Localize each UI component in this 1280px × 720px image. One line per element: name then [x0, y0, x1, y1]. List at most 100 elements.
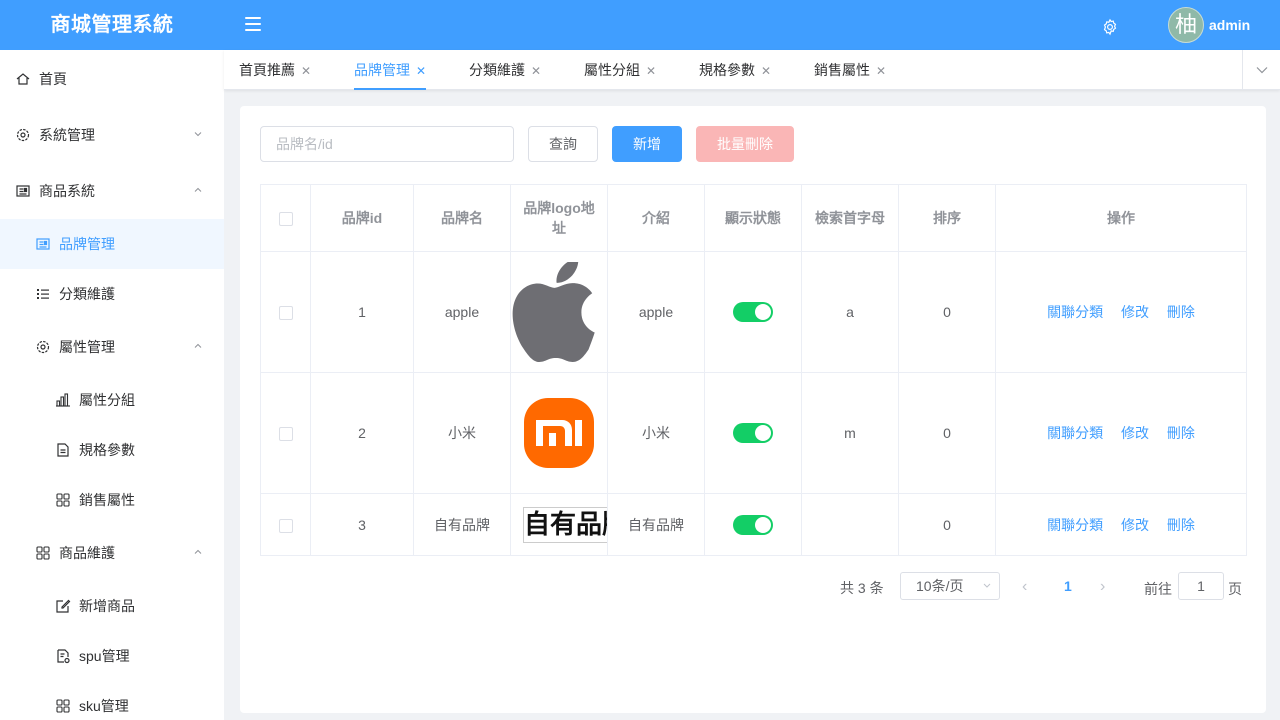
select-all-checkbox[interactable]	[278, 212, 293, 227]
row-checkbox-cell	[260, 372, 311, 494]
sidebar-item-spu-management[interactable]: spu管理	[0, 631, 224, 681]
sidebar-item-add-goods[interactable]: 新增商品	[0, 581, 224, 631]
sort-value: 0	[898, 493, 996, 556]
menu-toggle-icon[interactable]	[245, 17, 261, 31]
grid-icon	[56, 699, 70, 713]
sort-value: 0	[898, 251, 996, 373]
sidebar: 首頁 系統管理 商品系統 品牌管理 分類維護 屬性管理 屬性分組 規格參數 銷售…	[0, 50, 224, 720]
brand-id: 3	[310, 493, 414, 556]
sidebar-item-label: 規格參數	[79, 442, 135, 458]
sort-value: 0	[898, 372, 996, 494]
chevron-down-icon	[983, 583, 991, 588]
tab-brand-management[interactable]: 品牌管理 ✕	[354, 50, 427, 91]
goto-page-input[interactable]	[1178, 572, 1224, 600]
xiaomi-logo-image	[524, 398, 594, 468]
tab-sales-attributes[interactable]: 銷售屬性 ✕	[814, 50, 886, 90]
sidebar-item-label: 屬性分組	[79, 392, 135, 408]
brand-table: 品牌id 品牌名 品牌logo地址 介紹 顯示狀態 檢索首字母 排序 操作 1 …	[260, 184, 1247, 556]
tab-home-recommend[interactable]: 首頁推薦 ✕	[239, 50, 311, 90]
close-icon[interactable]: ✕	[646, 51, 656, 91]
row-checkbox-cell	[260, 493, 311, 556]
sidebar-item-spec-params[interactable]: 規格參數	[0, 425, 224, 475]
brand-logo-cell	[510, 372, 608, 494]
apple-logo-image	[512, 262, 607, 362]
tab-bar: 首頁推薦 ✕ 品牌管理 ✕ 分類維護 ✕ 屬性分組 ✕ 規格參數 ✕ 銷售屬性 ✕	[224, 50, 1280, 90]
brand-logo-cell: 自有品牌	[510, 493, 608, 556]
brand-intro: 小米	[607, 372, 705, 494]
user-avatar[interactable]: 柚	[1168, 7, 1204, 43]
sidebar-item-attribute-group[interactable]: 屬性分組	[0, 375, 224, 425]
delete-button[interactable]: 刪除	[1167, 425, 1195, 441]
sidebar-item-category[interactable]: 分類維護	[0, 269, 224, 319]
add-button[interactable]: 新增	[612, 126, 682, 162]
link-category-button[interactable]: 關聯分類	[1047, 517, 1103, 533]
sidebar-item-label: 分類維護	[59, 286, 115, 302]
row-checkbox[interactable]	[278, 518, 293, 533]
username[interactable]: admin	[1209, 17, 1250, 33]
page-number-current[interactable]: 1	[1064, 578, 1072, 594]
link-category-button[interactable]: 關聯分類	[1047, 304, 1103, 320]
close-icon[interactable]: ✕	[876, 51, 886, 91]
sidebar-item-label: 首頁	[39, 71, 67, 87]
status-toggle[interactable]	[733, 423, 773, 443]
sidebar-item-sales-attributes[interactable]: 銷售屬性	[0, 475, 224, 525]
sidebar-item-goods-system[interactable]: 商品系統	[0, 166, 224, 216]
content-card: 查詢 新增 批量刪除 品牌id 品牌名 品牌logo地址 介紹 顯示狀態 檢索首…	[240, 106, 1266, 713]
sidebar-item-home[interactable]: 首頁	[0, 54, 224, 104]
column-header: 介紹	[607, 184, 705, 252]
brand-logo-cell	[510, 251, 608, 373]
tab-category[interactable]: 分類維護 ✕	[469, 50, 541, 90]
home-icon	[16, 73, 30, 85]
sidebar-item-system[interactable]: 系統管理	[0, 110, 224, 160]
tab-label: 首頁推薦	[239, 62, 295, 78]
status-toggle[interactable]	[733, 302, 773, 322]
page-size-select[interactable]: 10条/页	[900, 572, 1000, 600]
close-icon[interactable]: ✕	[531, 51, 541, 91]
edit-button[interactable]: 修改	[1121, 517, 1149, 533]
row-checkbox[interactable]	[278, 306, 293, 321]
column-header: 品牌名	[413, 184, 511, 252]
first-letter: a	[801, 251, 899, 373]
brand-name: 自有品牌	[413, 493, 511, 556]
sidebar-item-sku-management[interactable]: sku管理	[0, 681, 224, 720]
prev-page-button[interactable]: ‹	[1022, 578, 1027, 596]
next-page-button[interactable]: ›	[1100, 578, 1105, 596]
row-checkbox[interactable]	[278, 427, 293, 442]
goods-icon	[16, 185, 30, 197]
sidebar-item-goods-maintenance[interactable]: 商品維護	[0, 528, 224, 578]
delete-button[interactable]: 刪除	[1167, 304, 1195, 320]
delete-button[interactable]: 刪除	[1167, 517, 1195, 533]
sidebar-item-attribute-management[interactable]: 屬性管理	[0, 322, 224, 372]
close-icon[interactable]: ✕	[301, 51, 311, 91]
tab-label: 銷售屬性	[814, 62, 870, 78]
tab-label: 屬性分組	[584, 62, 640, 78]
tab-label: 分類維護	[469, 62, 525, 78]
grid-icon	[56, 493, 70, 507]
settings-gear-icon[interactable]	[1101, 18, 1119, 36]
brand-id: 1	[310, 251, 414, 373]
status-cell	[704, 251, 802, 373]
tab-attribute-group[interactable]: 屬性分組 ✕	[584, 50, 656, 90]
own-brand-logo-image: 自有品牌	[523, 506, 607, 543]
sidebar-item-brand-management[interactable]: 品牌管理	[0, 219, 224, 269]
sidebar-item-label: spu管理	[79, 648, 130, 664]
tab-dropdown-button[interactable]	[1242, 50, 1280, 90]
brand-intro: apple	[607, 251, 705, 373]
close-icon[interactable]: ✕	[416, 51, 426, 91]
batch-delete-button[interactable]: 批量刪除	[696, 126, 794, 162]
search-input[interactable]	[260, 126, 514, 162]
table-row: 3 自有品牌 自有品牌 自有品牌 0 關聯分類 修改 刪除	[260, 493, 1247, 556]
edit-icon	[56, 599, 71, 613]
actions-cell: 關聯分類 修改 刪除	[995, 372, 1247, 494]
table-header-row: 品牌id 品牌名 品牌logo地址 介紹 顯示狀態 檢索首字母 排序 操作	[260, 184, 1247, 252]
tab-spec-params[interactable]: 規格參數 ✕	[699, 50, 771, 90]
link-category-button[interactable]: 關聯分類	[1047, 425, 1103, 441]
query-button[interactable]: 查詢	[528, 126, 598, 162]
status-toggle[interactable]	[733, 514, 773, 535]
edit-button[interactable]: 修改	[1121, 425, 1149, 441]
sidebar-item-label: 品牌管理	[59, 236, 115, 252]
close-icon[interactable]: ✕	[761, 51, 771, 91]
table-row: 1 apple apple a 0 關聯分類 修改 刪除	[260, 251, 1247, 373]
edit-button[interactable]: 修改	[1121, 304, 1149, 320]
chevron-up-icon	[194, 549, 202, 554]
